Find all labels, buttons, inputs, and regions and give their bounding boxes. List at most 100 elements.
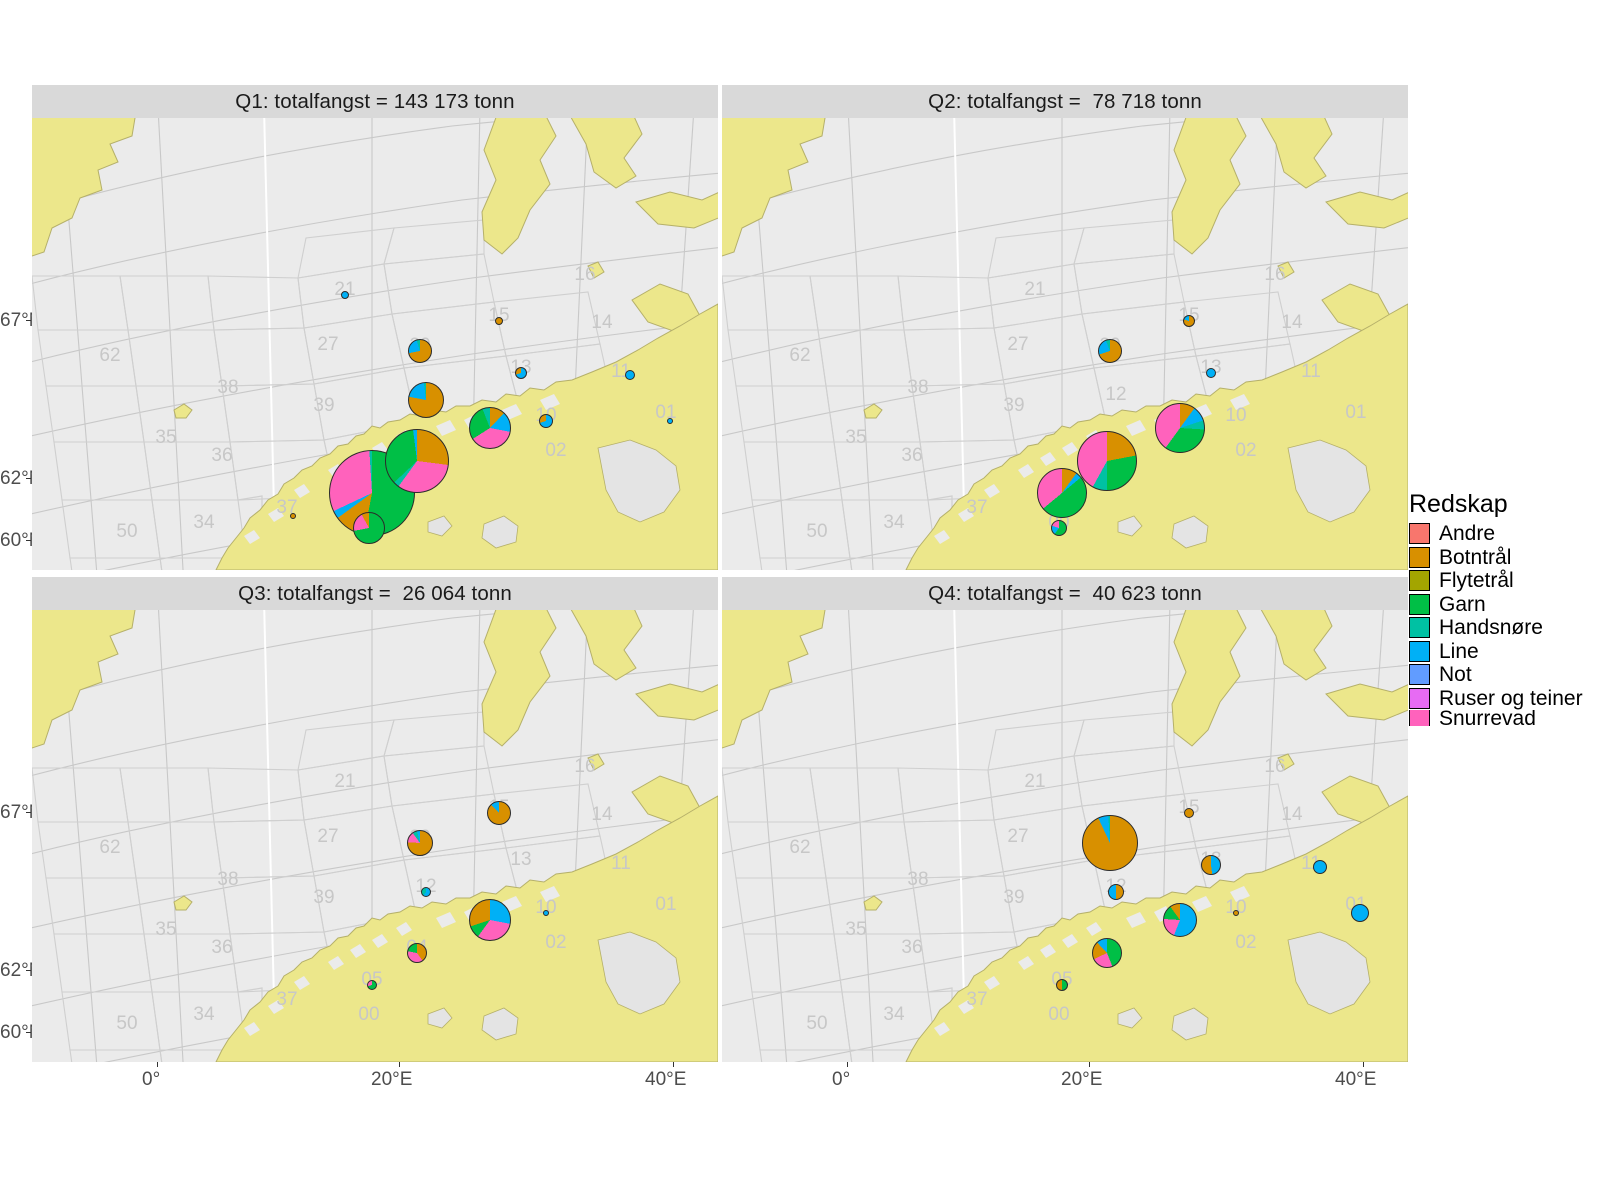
- area-label-27: 27: [317, 826, 338, 847]
- pie-chart-area-15[interactable]: [495, 317, 503, 325]
- map-panel-q1[interactable]: 2162273839353637503430311614110102062015…: [32, 118, 718, 570]
- x-axis-tick-40e-2: 40°E: [1335, 1069, 1377, 1090]
- legend-item-snurrevad: Snurrevad: [1409, 710, 1599, 726]
- legend-item-garn: Garn: [1409, 593, 1599, 617]
- area-label-34: 34: [193, 512, 215, 533]
- legend-item-label: Ruser og teiner: [1439, 686, 1583, 710]
- area-label-39: 39: [313, 395, 334, 416]
- pie-chart-area-03[interactable]: [1155, 403, 1205, 453]
- pie-chart-area-13[interactable]: [1206, 368, 1216, 378]
- pie-chart-area-01[interactable]: [667, 418, 673, 424]
- area-label-21: 21: [334, 771, 355, 792]
- area-label-50: 50: [116, 521, 137, 542]
- area-label-02: 02: [545, 440, 566, 461]
- pie-chart-area-15[interactable]: [1183, 315, 1195, 327]
- facet-q1: Q1: totalfangst = 143 173 tonn 21 62 27 38 3…: [32, 85, 718, 570]
- area-label-01: 01: [655, 402, 676, 423]
- area-label-16: 16: [1264, 264, 1285, 285]
- area-label-37: 37: [276, 989, 297, 1010]
- pie-chart-area-10[interactable]: [539, 414, 553, 428]
- area-label-38: 38: [217, 869, 238, 890]
- pie-chart-area-05[interactable]: [1037, 468, 1087, 518]
- area-label-36: 36: [901, 937, 922, 958]
- area-label-39: 39: [1003, 395, 1024, 416]
- pie-chart-area-00[interactable]: [353, 512, 385, 544]
- area-label-35: 35: [845, 427, 866, 448]
- area-label-36: 36: [211, 445, 232, 466]
- area-label-06: 06: [991, 1060, 1012, 1062]
- figure-root: 67°N 62°N 60°N 67°N 62°N 60°N 0° 20°E 40…: [0, 0, 1600, 1200]
- legend-title: Redskap: [1409, 490, 1508, 518]
- area-label-21: 21: [1024, 771, 1045, 792]
- area-label-35: 35: [155, 919, 176, 940]
- pie-chart-area-15[interactable]: [1184, 808, 1194, 818]
- pie-chart-area-03[interactable]: [1163, 903, 1197, 937]
- x-axis-tickmark-20e-2: [1089, 1062, 1090, 1067]
- area-label-01: 01: [1345, 402, 1366, 423]
- area-label-12: 12: [1105, 384, 1126, 405]
- area-label-34: 34: [193, 1004, 215, 1025]
- pie-chart-area-37[interactable]: [290, 513, 296, 519]
- area-label-06: 06: [991, 568, 1012, 570]
- x-axis-tick-0: 0°: [142, 1069, 161, 1090]
- area-label-14: 14: [1281, 312, 1303, 333]
- area-label-11: 11: [1301, 361, 1321, 382]
- legend-item-label: Botntrål: [1439, 545, 1512, 569]
- legend-swatch-icon: [1409, 664, 1430, 686]
- y-axis-tickmark-62n-2: [26, 970, 31, 971]
- area-label-02: 02: [545, 932, 566, 953]
- area-label-02: 02: [1235, 440, 1256, 461]
- pie-chart-area-04[interactable]: [1092, 938, 1122, 968]
- area-label-14: 14: [1281, 804, 1303, 825]
- legend-item-label: Andre: [1439, 522, 1496, 546]
- area-label-50: 50: [806, 521, 827, 542]
- facet-q4: Q4: totalfangst = 40 623 tonn 21 62 27 38 39…: [722, 577, 1408, 1062]
- pie-chart-area-20[interactable]: [1082, 815, 1138, 871]
- pie-chart-area-01[interactable]: [1351, 904, 1369, 922]
- y-axis-tickmark-60n: [26, 540, 31, 541]
- pie-chart-area-10[interactable]: [543, 910, 549, 916]
- pie-chart-area-04[interactable]: [1077, 431, 1137, 491]
- pie-chart-area-20[interactable]: [407, 830, 433, 856]
- facet-strip-q4: Q4: totalfangst = 40 623 tonn: [722, 577, 1408, 610]
- area-label-37: 37: [966, 497, 987, 518]
- pie-chart-area-21[interactable]: [341, 291, 349, 299]
- pie-chart-area-12[interactable]: [1108, 884, 1124, 900]
- x-axis-tick-0-2: 0°: [832, 1069, 851, 1090]
- facet-title-q1: Q1: totalfangst = 143 173 tonn: [235, 89, 515, 113]
- pie-chart-area-12[interactable]: [408, 382, 444, 418]
- pie-chart-area-20[interactable]: [1098, 339, 1122, 363]
- y-axis-tickmark-62n: [26, 478, 31, 479]
- map-panel-q3[interactable]: 2162273839353637503430311614110102062015…: [32, 610, 718, 1062]
- legend-item-botntr-l: Botntrål: [1409, 546, 1599, 570]
- pie-chart-area-20[interactable]: [408, 339, 432, 363]
- pie-chart-area-12[interactable]: [421, 887, 431, 897]
- pie-chart-area-00[interactable]: [1051, 520, 1067, 536]
- pie-chart-area-03[interactable]: [469, 407, 511, 449]
- pie-chart-area-11[interactable]: [625, 370, 635, 380]
- pie-chart-area-11[interactable]: [1313, 860, 1327, 874]
- x-axis-tickmark-0: [157, 1062, 158, 1067]
- pie-chart-area-04[interactable]: [407, 943, 427, 963]
- area-label-39: 39: [313, 887, 334, 908]
- y-axis-tickmark-67n-2: [26, 812, 31, 813]
- pie-chart-area-04[interactable]: [385, 429, 449, 493]
- pie-chart-area-15[interactable]: [487, 801, 511, 825]
- legend-item-handsn-re: Handsnøre: [1409, 616, 1599, 640]
- pie-chart-area-13[interactable]: [515, 367, 527, 379]
- x-axis-tick-40e: 40°E: [645, 1069, 687, 1090]
- pie-chart-area-10[interactable]: [1233, 910, 1239, 916]
- area-label-00: 00: [358, 1004, 379, 1025]
- area-label-16: 16: [1264, 756, 1285, 777]
- pie-chart-area-05[interactable]: [367, 980, 377, 990]
- map-svg: 2162273839353637503430311614110102062015…: [722, 610, 1408, 1062]
- map-panel-q2[interactable]: 2162273839353637503430311614110102062015…: [722, 118, 1408, 570]
- map-panel-q4[interactable]: 2162273839353637503430311614110102062015…: [722, 610, 1408, 1062]
- x-axis-tickmark-20e: [399, 1062, 400, 1067]
- area-label-13: 13: [510, 849, 531, 870]
- area-label-39: 39: [1003, 887, 1024, 908]
- pie-chart-area-03[interactable]: [469, 899, 511, 941]
- pie-chart-area-13[interactable]: [1201, 855, 1221, 875]
- pie-chart-area-05[interactable]: [1056, 979, 1068, 991]
- facet-title-q3: Q3: totalfangst = 26 064 tonn: [238, 581, 512, 605]
